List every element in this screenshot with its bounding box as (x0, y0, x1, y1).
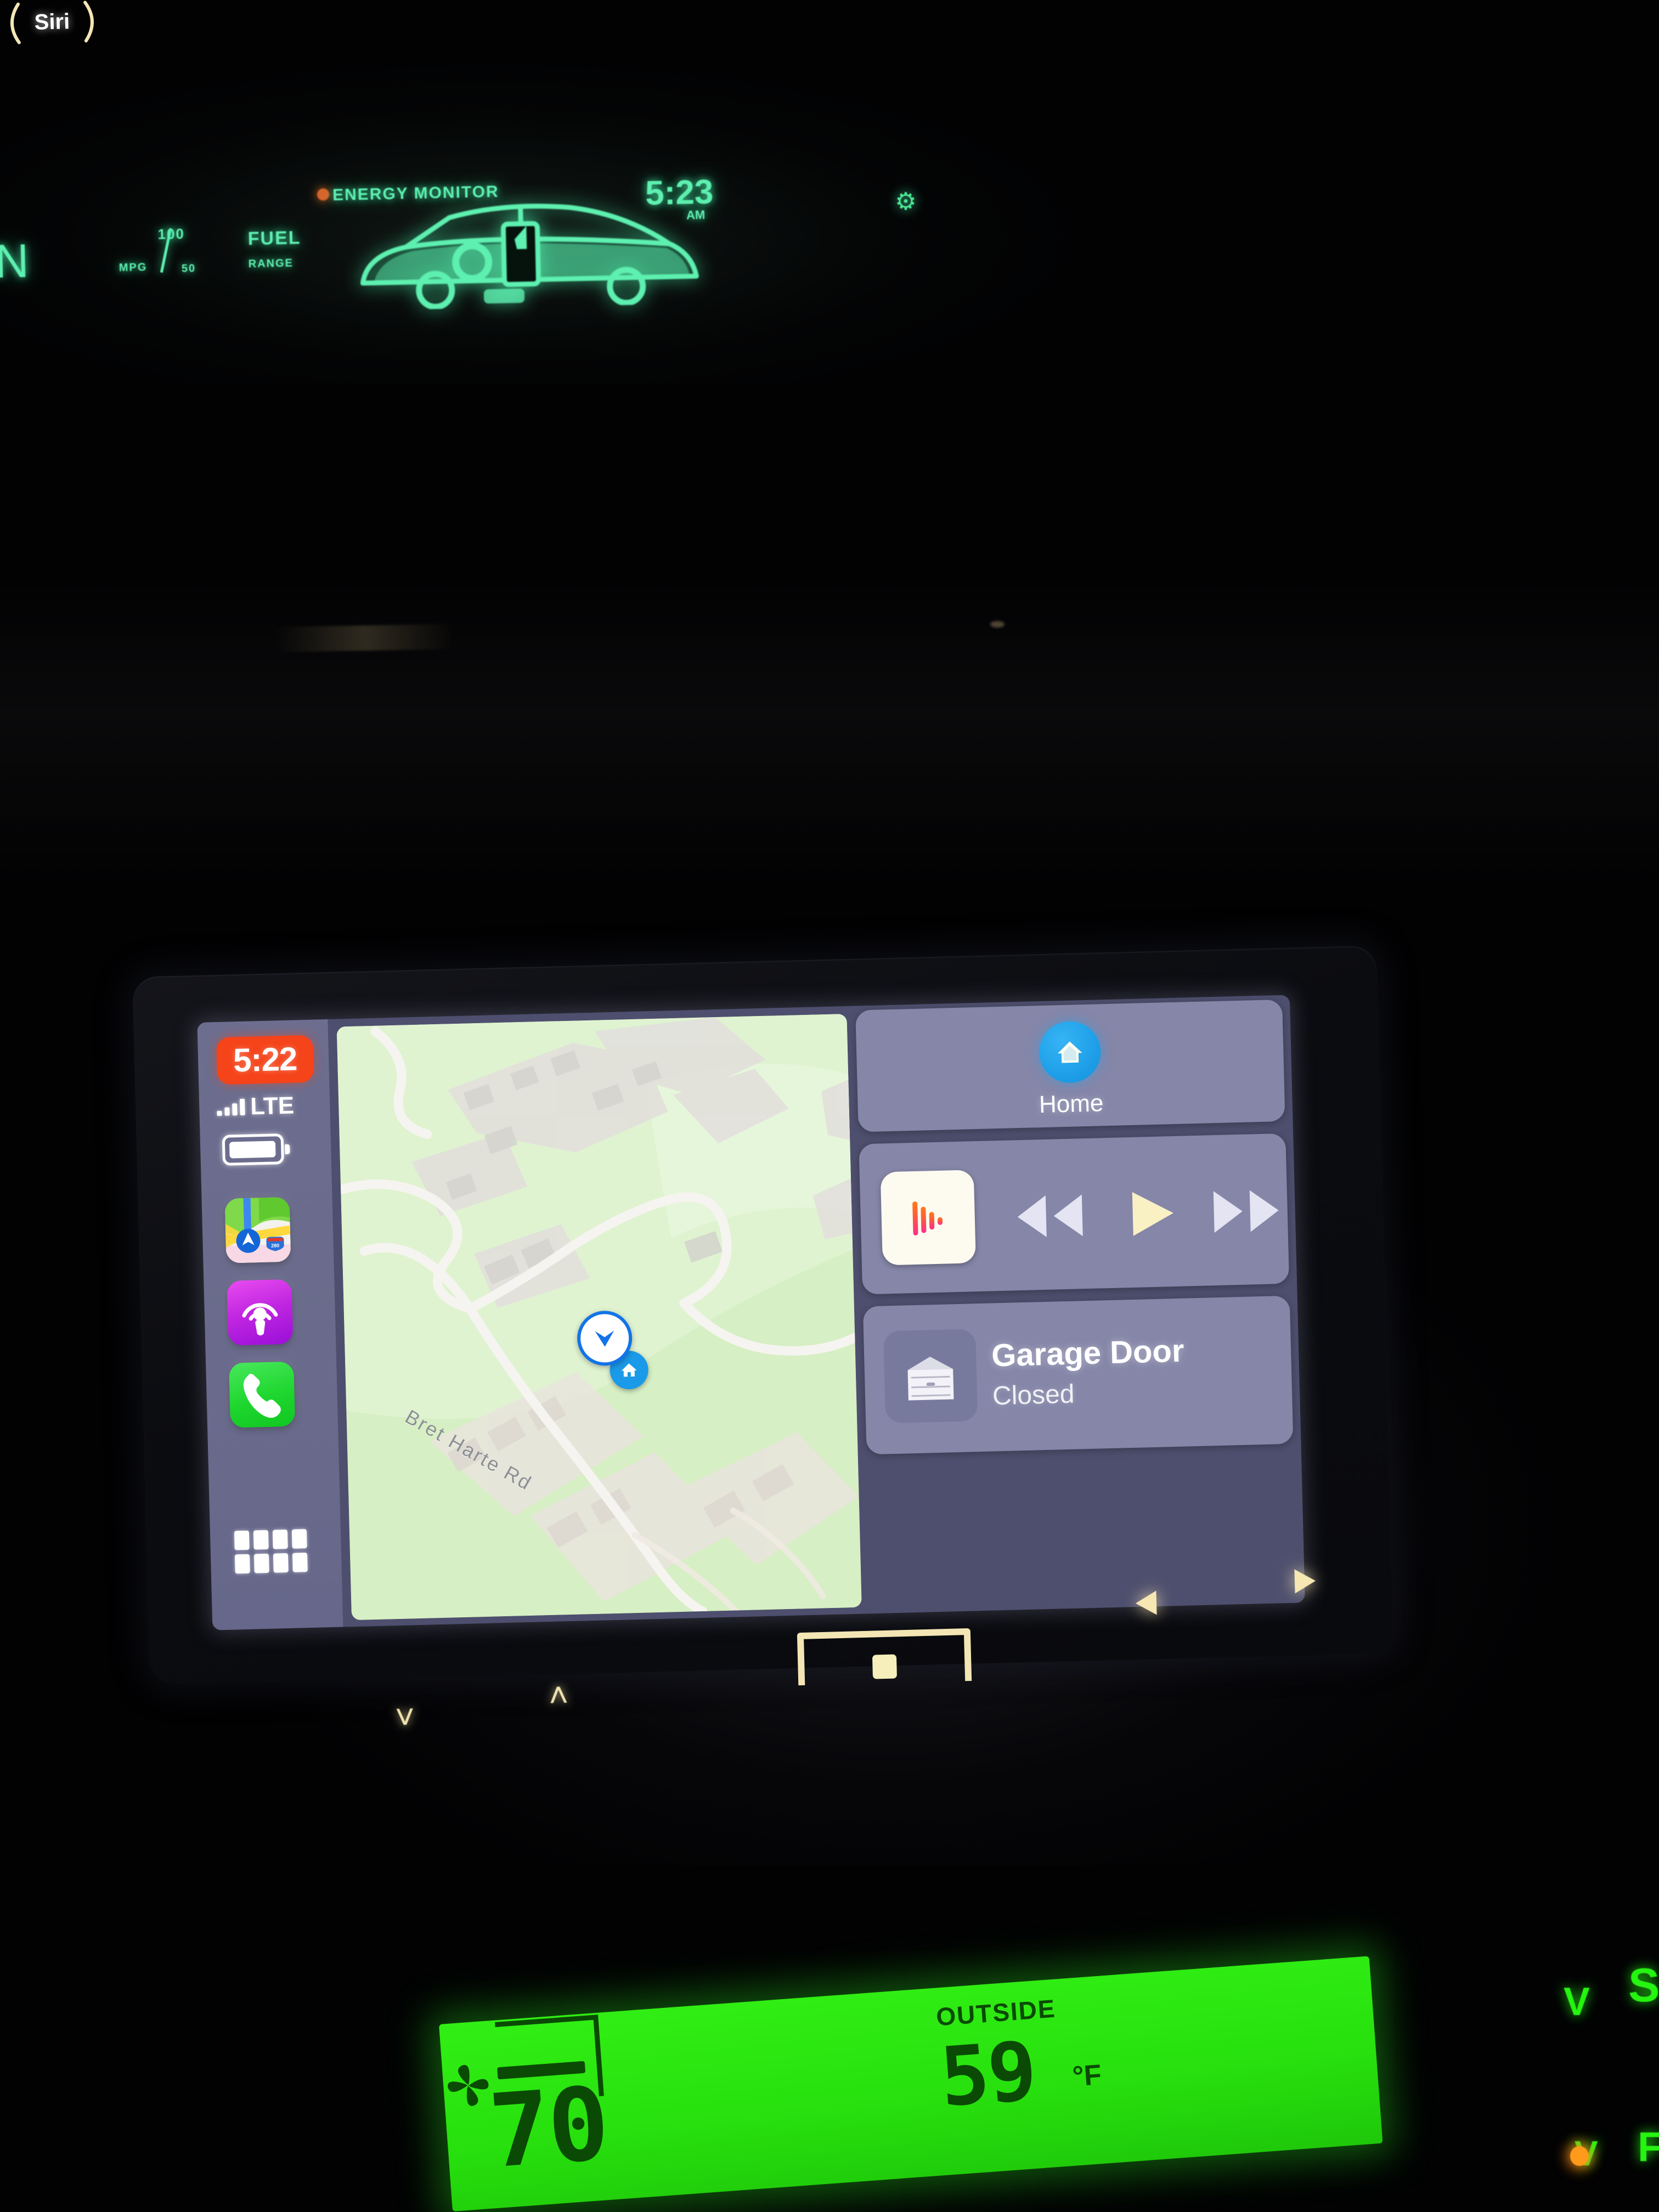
ambient-glow-mid (0, 576, 1659, 883)
hardkey-glyph-s[interactable]: S (1628, 1959, 1659, 2013)
app-grid-button[interactable] (234, 1529, 308, 1574)
siri-button-label: Siri (34, 9, 70, 35)
garage-door-icon-wrap (883, 1329, 978, 1424)
status-bar-network: LTE (217, 1090, 321, 1123)
volume-down-button[interactable]: ˅ (394, 1698, 415, 1737)
driver-set-temperature: 70 (485, 2065, 611, 2191)
media-album-art[interactable] (880, 1170, 976, 1266)
outside-temp-value: 59 (937, 2023, 1039, 2125)
car-dashboard-photo: ENERGY MONITOR 5:23 AM N 100 MPG 50 FUEL… (0, 0, 1659, 2212)
garage-door-widget[interactable]: Garage Door Closed (862, 1295, 1294, 1455)
fast-forward-icon (1213, 1190, 1279, 1233)
dash-trim-marker (990, 621, 1005, 628)
sidebar-app-podcasts[interactable] (227, 1279, 294, 1346)
status-bar-clock: 5:22 (216, 1035, 314, 1085)
cluster-ready-indicator-icon: ⚙ (895, 188, 917, 215)
hybrid-car-diagram-icon (360, 204, 699, 310)
home-widget-label: Home (1039, 1090, 1104, 1119)
media-widget[interactable] (859, 1133, 1290, 1295)
volume-up-button[interactable]: ˄ (548, 1676, 569, 1716)
phone-app-icon (243, 1374, 281, 1418)
climate-control-display: 70 OUTSIDE 59 °F (439, 1956, 1383, 2212)
carplay-screen[interactable]: 5:22 LTE 280 Bret Harte Rd Home Garage D… (197, 995, 1305, 1630)
garage-door-icon (907, 1356, 954, 1401)
garage-door-state: Closed (992, 1379, 1075, 1411)
garage-door-title: Garage Door (991, 1333, 1185, 1374)
media-play-button[interactable] (1116, 1186, 1188, 1240)
sidebar-app-phone[interactable] (229, 1361, 296, 1428)
maps-app-icon: 280 (224, 1197, 291, 1263)
display-frame-button[interactable] (790, 1622, 978, 1692)
outside-temp-unit: °F (1071, 2058, 1103, 2093)
home-pin-icon (621, 1363, 637, 1377)
hardkey-glyph-v[interactable]: V (1564, 1979, 1590, 2024)
cellular-signal-icon (217, 1098, 245, 1116)
svg-text:280: 280 (271, 1243, 279, 1248)
mpg-unit-label: MPG (119, 261, 148, 274)
carplay-sidebar: 5:22 LTE 280 (197, 1019, 343, 1630)
mpg-scale-mid: 50 (181, 262, 196, 275)
instrument-cluster: ENERGY MONITOR 5:23 AM N 100 MPG 50 FUEL… (0, 148, 781, 340)
sidebar-app-maps[interactable]: 280 (224, 1197, 291, 1263)
podcasts-app-icon (242, 1303, 278, 1336)
gear-indicator: N (0, 234, 30, 289)
energy-monitor-dot-icon (317, 188, 330, 201)
home-widget[interactable]: Home (855, 999, 1285, 1132)
music-waveform-icon (912, 1201, 943, 1235)
fuel-label: FUEL (247, 227, 301, 250)
dash-trim-vent (274, 624, 456, 652)
seek-next-button[interactable] (1294, 1568, 1316, 1594)
indicator-led (1570, 2146, 1589, 2166)
battery-icon (222, 1133, 291, 1166)
carplay-widget-column: Home Garage Door Closed (855, 999, 1297, 1610)
location-heading-arrow-icon (595, 1330, 614, 1347)
media-forward-button[interactable] (1204, 1184, 1293, 1239)
fuel-range-label: RANGE (248, 257, 294, 270)
media-rewind-button[interactable] (1004, 1189, 1093, 1244)
maps-widget[interactable]: Bret Harte Rd (336, 1013, 862, 1621)
head-unit: 5:22 LTE 280 Bret Harte Rd Home Garage D… (132, 945, 1395, 1719)
carrier-tech-label: LTE (250, 1092, 295, 1120)
home-app-button[interactable] (1038, 1020, 1102, 1084)
rewind-icon (1017, 1194, 1083, 1237)
mpg-scale-max: 100 (157, 225, 185, 242)
home-house-icon (1058, 1041, 1082, 1063)
siri-button[interactable]: Siri (0, 0, 105, 48)
play-icon (1132, 1192, 1173, 1236)
hardkey-glyph-f[interactable]: F (1638, 2123, 1659, 2171)
seek-previous-button[interactable] (1135, 1590, 1157, 1616)
